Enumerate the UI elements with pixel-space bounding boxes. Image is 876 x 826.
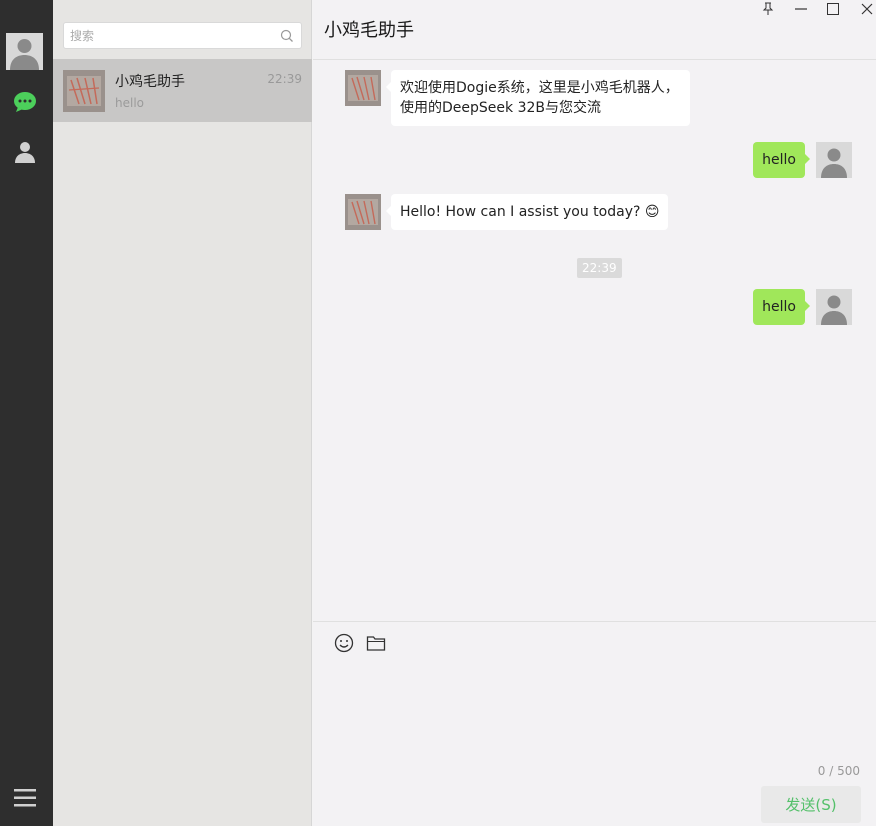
folder-icon[interactable] (365, 632, 387, 654)
message-row: hello (313, 141, 876, 181)
user-icon (6, 33, 43, 70)
message-bubble-user: hello (753, 142, 810, 178)
chat-panel: 小鸡毛助手 欢迎使用Dogie系统，这里是小鸡毛机器人，使用的DeepSeek … (313, 0, 876, 826)
menu-icon[interactable] (12, 785, 38, 811)
message-bubble-bot: 欢迎使用Dogie系统，这里是小鸡毛机器人，使用的DeepSeek 32B与您交… (386, 70, 690, 126)
nav-bar (0, 0, 53, 826)
message-row: hello (313, 288, 876, 328)
close-icon[interactable] (855, 0, 876, 18)
message-bubble-user: hello (753, 289, 810, 325)
maximize-icon[interactable] (821, 0, 845, 18)
chat-header: 小鸡毛助手 (313, 0, 876, 60)
message-bubble-bot: Hello! How can I assist you today? 😊 (385, 194, 669, 230)
user-avatar (816, 142, 852, 178)
message-list: 欢迎使用Dogie系统，这里是小鸡毛机器人，使用的DeepSeek 32B与您交… (313, 61, 876, 621)
chat-icon[interactable] (12, 89, 38, 115)
chat-title: 小鸡毛助手 (324, 20, 414, 41)
emoji-icon[interactable] (333, 632, 355, 654)
user-avatar (816, 289, 852, 325)
conversation-name: 小鸡毛助手 (115, 74, 185, 90)
minimize-icon[interactable] (789, 0, 813, 18)
conversation-time: 22:39 (267, 72, 302, 86)
send-button[interactable]: 发送(S) (761, 786, 861, 823)
conversation-list: 小鸡毛助手 22:39 hello (53, 0, 312, 826)
conversation-item[interactable]: 小鸡毛助手 22:39 hello (53, 59, 312, 122)
search-box (63, 22, 302, 49)
message-row: 欢迎使用Dogie系统，这里是小鸡毛机器人，使用的DeepSeek 32B与您交… (313, 61, 876, 131)
pin-icon[interactable] (756, 0, 780, 18)
my-avatar[interactable] (6, 33, 43, 70)
search-input[interactable] (64, 23, 269, 48)
message-row: Hello! How can I assist you today? 😊 (313, 193, 876, 233)
search-icon[interactable] (280, 29, 294, 43)
bot-avatar (345, 70, 381, 106)
message-input[interactable] (325, 662, 863, 757)
bot-avatar (63, 70, 105, 112)
conversation-preview: hello (115, 96, 144, 110)
char-counter: 0 / 500 (817, 764, 860, 778)
bot-avatar (345, 194, 381, 230)
contacts-icon[interactable] (12, 139, 38, 165)
message-timestamp: 22:39 (577, 258, 622, 278)
composer: 0 / 500 发送(S) (313, 621, 876, 826)
